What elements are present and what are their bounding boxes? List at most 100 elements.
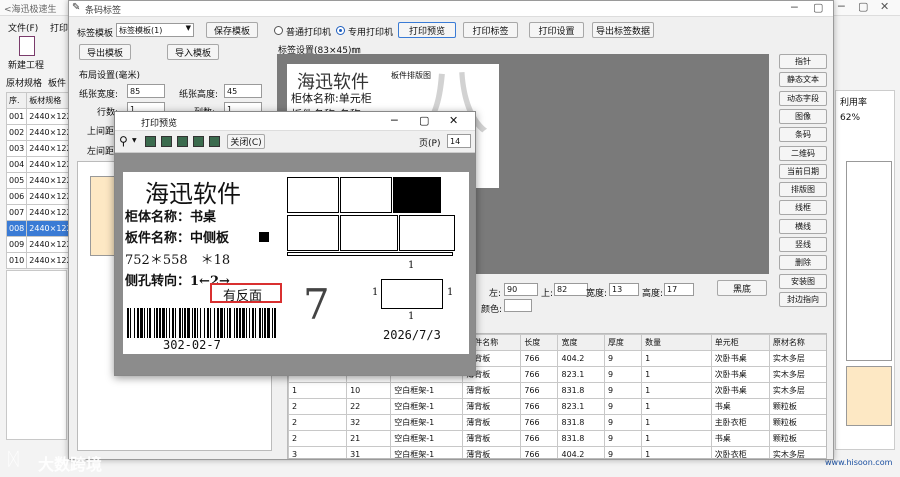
list-item-no: 009	[5, 236, 28, 253]
export-label-data-button[interactable]: 导出标签数据	[592, 22, 654, 38]
table-header-cell[interactable]: 原材名称	[768, 334, 826, 351]
barcode-bar	[227, 308, 228, 338]
table-header-cell[interactable]: 数量	[641, 334, 712, 351]
tool-button[interactable]: 排版图	[779, 182, 827, 198]
dialog-min-icon[interactable]: ─	[791, 1, 798, 14]
list-item[interactable]: 001 2440×122	[5, 108, 75, 125]
bg-tab-material[interactable]: 原材规格	[6, 76, 42, 89]
tool-button[interactable]: 横线	[779, 218, 827, 234]
template-label: 标签模板	[77, 29, 114, 39]
pos-top-input[interactable]: 82	[554, 283, 588, 296]
tool-button[interactable]: 安装图	[779, 273, 827, 289]
tool-button[interactable]: 图像	[779, 108, 827, 124]
radio-special-printer[interactable]	[336, 26, 345, 35]
table-row[interactable]: 2 22 空白框架-1 薄背板 766 823.1 9 1 书桌 颗粒板	[288, 398, 826, 415]
table-cell: 766	[520, 414, 559, 431]
bg-right-preview	[846, 161, 892, 361]
list-item[interactable]: 002 2440×122	[5, 124, 75, 141]
table-cell: 823.1	[557, 366, 605, 383]
list-item[interactable]: 009 2440×122	[5, 236, 75, 253]
table-header-cell[interactable]: 长度	[520, 334, 559, 351]
barcode-bar	[194, 308, 196, 338]
barcode-bar	[217, 308, 219, 338]
barcode-bar	[214, 308, 215, 338]
barcode-bar	[259, 308, 261, 338]
new-project-label[interactable]: 新建工程	[8, 58, 44, 71]
paper-height-input[interactable]: 45	[224, 84, 262, 98]
preview-min-icon[interactable]: ─	[391, 114, 398, 127]
bg-menu-file[interactable]: 文件(F)	[8, 21, 38, 34]
export-template-button[interactable]: 导出模板	[79, 44, 131, 60]
table-cell: 实木多层	[768, 350, 826, 367]
tool-button[interactable]: 线框	[779, 200, 827, 216]
barcode-bar	[239, 308, 241, 338]
website-link[interactable]: www.hisoon.com	[825, 458, 892, 467]
preview-max-icon[interactable]: ▢	[419, 114, 429, 127]
print-preview-button[interactable]: 打印预览	[398, 22, 456, 38]
tool-button[interactable]: 当前日期	[779, 163, 827, 179]
barcode-bar	[200, 308, 201, 338]
table-header-cell[interactable]: 厚度	[603, 334, 643, 351]
layout-settings-title: 布局设置(毫米)	[79, 71, 141, 81]
table-header-cell[interactable]: 宽度	[557, 334, 605, 351]
table-header-cell[interactable]: 单元柜	[710, 334, 770, 351]
six-page-icon[interactable]	[209, 136, 220, 147]
tool-button[interactable]: 指针	[779, 54, 827, 69]
pos-width-input[interactable]: 13	[609, 283, 639, 296]
dialog-title-bar: ✎ 条码标签 ─ ▢	[69, 1, 833, 17]
import-template-button[interactable]: 导入模板	[167, 44, 219, 60]
canvas-cabinet-text[interactable]: 柜体名称:单元柜	[291, 90, 372, 106]
template-select[interactable]: 标签模板(1) ▼	[116, 23, 194, 37]
tool-button[interactable]: 静态文本	[779, 72, 827, 88]
preview-close-icon[interactable]: ✕	[449, 114, 458, 127]
dialog-max-icon[interactable]: ▢	[813, 1, 823, 14]
tool-button[interactable]: 删除	[779, 255, 827, 271]
black-background-button[interactable]: 黑底	[717, 280, 767, 296]
page-input[interactable]: 14	[447, 134, 471, 148]
list-item[interactable]: 004 2440×122	[5, 156, 75, 173]
list-item[interactable]: 010 2440×122	[5, 252, 75, 269]
table-row[interactable]: 3 31 空白框架-1 薄背板 766 404.2 9 1 次卧衣柜 实木多层	[288, 446, 826, 458]
list-item[interactable]: 008 2440×122	[5, 220, 75, 237]
one-page-icon[interactable]	[145, 136, 156, 147]
zoom-dropdown-icon[interactable]: ▼	[132, 137, 137, 144]
radio-normal-printer[interactable]	[274, 26, 283, 35]
color-input[interactable]	[504, 299, 532, 312]
preview-close-button[interactable]: 关闭(C)	[227, 134, 265, 149]
list-item[interactable]: 005 2440×122	[5, 172, 75, 189]
four-page-icon[interactable]	[193, 136, 204, 147]
bg-menu-print[interactable]: 打印	[50, 21, 68, 34]
tool-button[interactable]: 竖线	[779, 237, 827, 252]
tool-button[interactable]: 二维码	[779, 145, 827, 161]
print-settings-button[interactable]: 打印设置	[529, 22, 584, 38]
new-project-icon[interactable]	[19, 36, 35, 56]
pos-height-input[interactable]: 17	[664, 283, 694, 296]
bg-window-max-icon[interactable]: ▢	[858, 0, 868, 13]
radio-normal-printer-label[interactable]: 普通打印机	[286, 25, 331, 38]
zoom-icon[interactable]: ⚲	[119, 134, 128, 148]
tool-button[interactable]: 条码	[779, 127, 827, 143]
table-row[interactable]: 1 10 空白框架-1 薄背板 766 831.8 9 1 次卧书桌 实木多层	[288, 382, 826, 399]
pos-left-input[interactable]: 90	[504, 283, 538, 296]
barcode-bar	[140, 308, 143, 338]
table-cell: 薄背板	[462, 446, 522, 458]
bg-window-min-icon[interactable]: ─	[838, 0, 845, 13]
paper-width-input[interactable]: 85	[127, 84, 165, 98]
bg-tab-parts[interactable]: 板件	[48, 76, 66, 89]
table-cell: 2	[288, 414, 348, 431]
bg-window-close-icon[interactable]: ✕	[880, 0, 889, 13]
print-label-button[interactable]: 打印标签	[463, 22, 518, 38]
tool-button[interactable]: 封边指向	[779, 291, 827, 307]
two-page-icon[interactable]	[161, 136, 172, 147]
table-cell: 766	[520, 430, 559, 447]
table-row[interactable]: 2 32 空白框架-1 薄背板 766 831.8 9 1 主卧衣柜 颗粒板	[288, 414, 826, 431]
tool-button[interactable]: 动态字段	[779, 90, 827, 106]
list-item[interactable]: 006 2440×122	[5, 188, 75, 205]
list-item[interactable]: 003 2440×122	[5, 140, 75, 157]
save-template-button[interactable]: 保存模板	[206, 22, 258, 38]
radio-special-printer-label[interactable]: 专用打印机	[348, 25, 393, 38]
three-page-icon[interactable]	[177, 136, 188, 147]
paper-width-label: 纸张宽度:	[79, 90, 119, 100]
list-item[interactable]: 007 2440×122	[5, 204, 75, 221]
table-row[interactable]: 2 21 空白框架-1 薄背板 766 831.8 9 1 书桌 颗粒板	[288, 430, 826, 447]
